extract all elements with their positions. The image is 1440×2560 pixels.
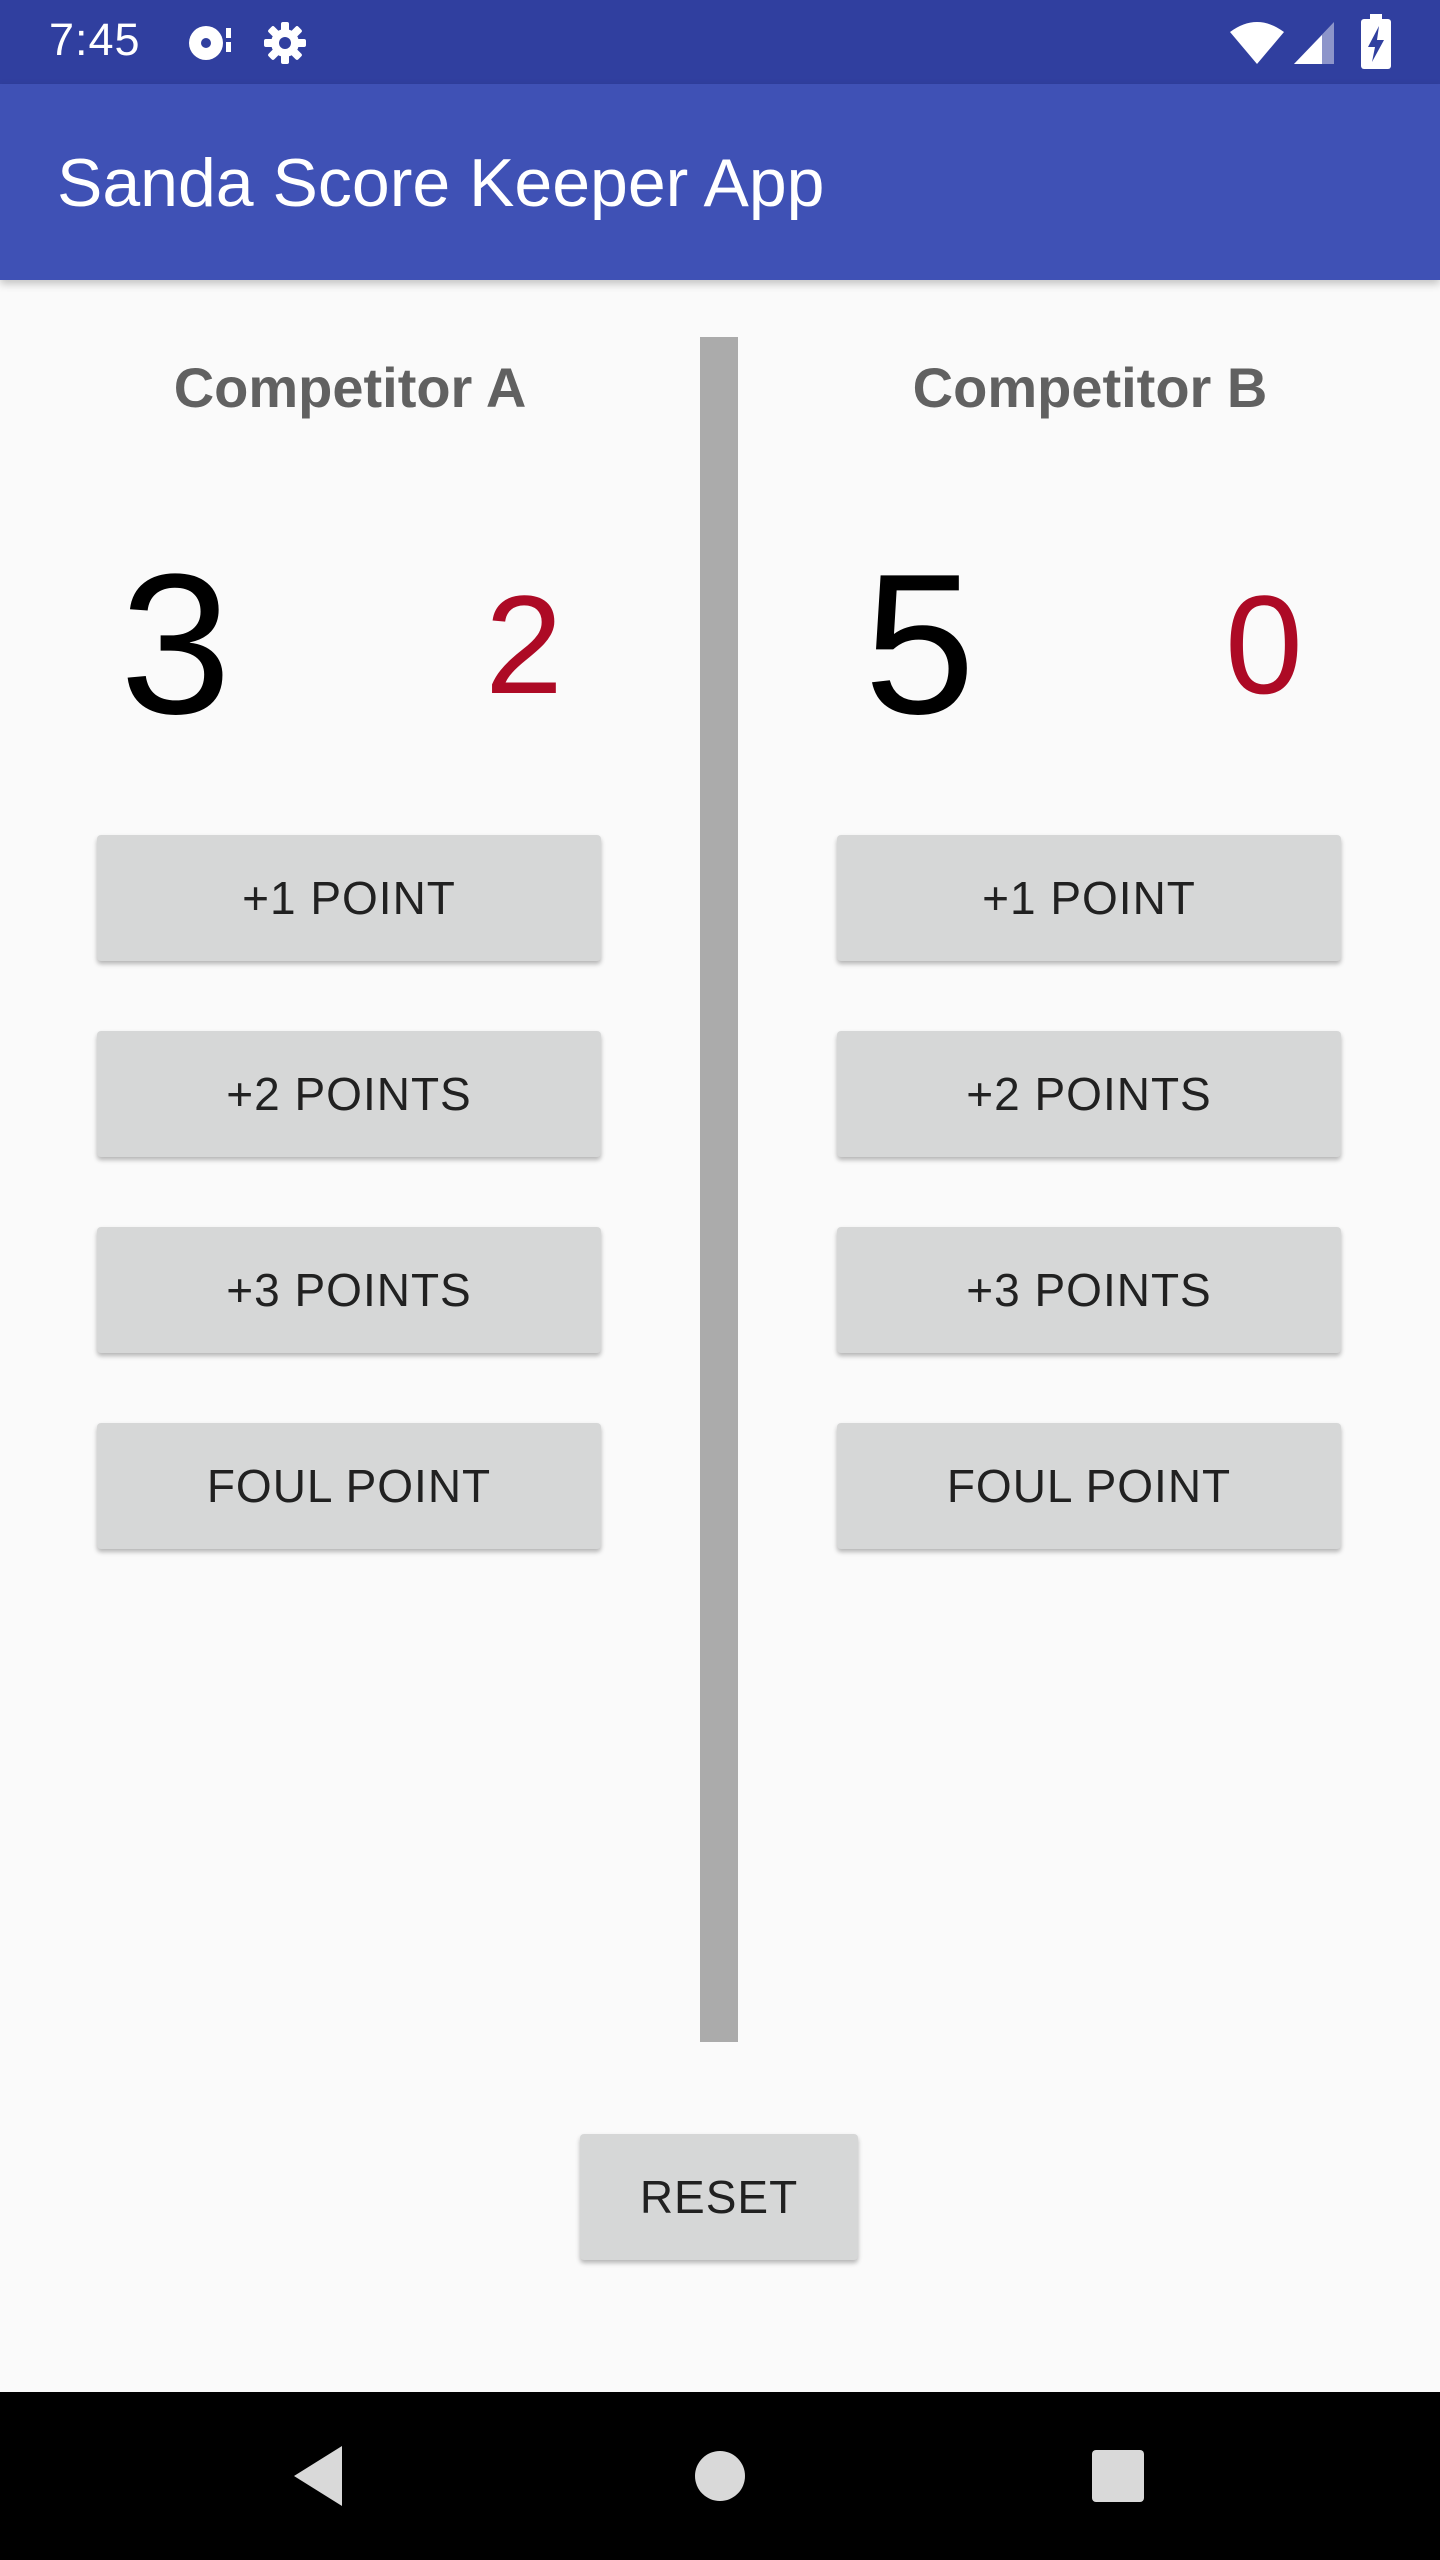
settings-icon	[260, 18, 310, 73]
competitor-b-fouls: 0	[1225, 566, 1303, 723]
reset-button[interactable]: RESET	[580, 2134, 858, 2260]
competitor-a-plus1-button[interactable]: +1 POINT	[97, 835, 601, 961]
wifi-icon	[1228, 20, 1286, 71]
battery-charging-icon	[1360, 14, 1392, 75]
competitor-a-plus2-button[interactable]: +2 POINTS	[97, 1031, 601, 1157]
competitor-a-foul-button[interactable]: FOUL POINT	[97, 1423, 601, 1549]
nav-bar	[0, 2392, 1440, 2560]
competitor-b-plus3-button[interactable]: +3 POINTS	[837, 1227, 1341, 1353]
competitor-a-fouls: 2	[485, 566, 563, 723]
competitor-a-score: 3	[120, 533, 232, 756]
competitor-a-title: Competitor A	[173, 356, 527, 419]
home-icon[interactable]	[694, 2436, 746, 2521]
screen: 7:45 Sanda Score Keeper App Competitor A…	[0, 0, 1440, 2560]
back-icon[interactable]	[288, 2436, 348, 2521]
media-icon	[186, 18, 236, 73]
status-time: 7:45	[49, 14, 141, 65]
competitor-b-foul-button[interactable]: FOUL POINT	[837, 1423, 1341, 1549]
status-bar: 7:45	[0, 0, 1440, 84]
competitor-b-plus2-button[interactable]: +2 POINTS	[837, 1031, 1341, 1157]
app-title: Sanda Score Keeper App	[57, 145, 825, 221]
competitor-a-plus3-button[interactable]: +3 POINTS	[97, 1227, 601, 1353]
competitor-b-score: 5	[864, 533, 976, 756]
column-divider	[700, 337, 738, 2042]
competitor-b-plus1-button[interactable]: +1 POINT	[837, 835, 1341, 961]
competitor-b-title: Competitor B	[912, 356, 1268, 419]
app-bar: Sanda Score Keeper App	[0, 84, 1440, 280]
recents-icon[interactable]	[1090, 2436, 1146, 2521]
signal-icon	[1292, 20, 1336, 71]
